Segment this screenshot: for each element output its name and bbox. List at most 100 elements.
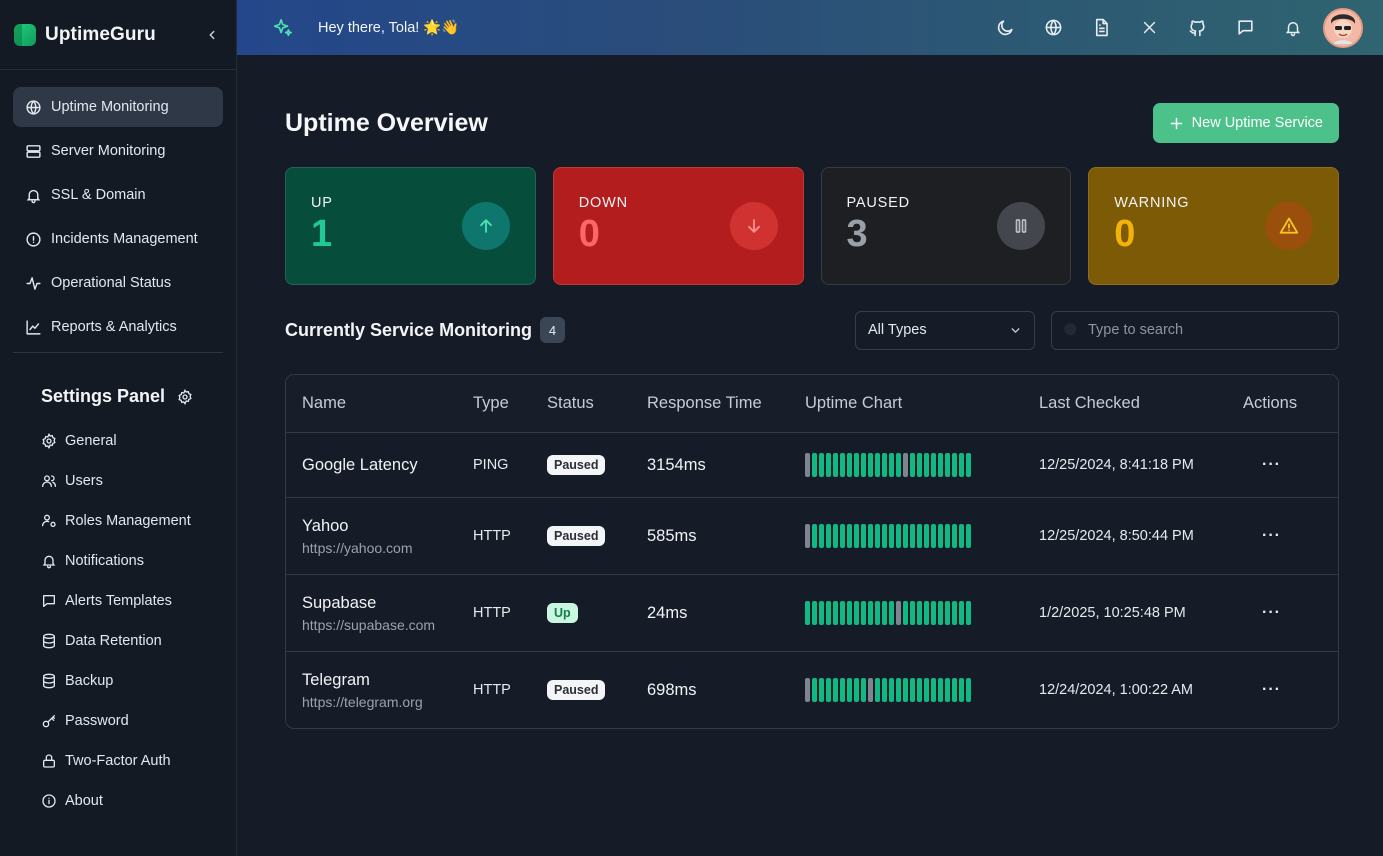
- uptime-bar[interactable]: [903, 524, 908, 548]
- uptime-bar[interactable]: [847, 524, 852, 548]
- uptime-bar[interactable]: [868, 678, 873, 702]
- uptime-bar[interactable]: [966, 678, 971, 702]
- service-name[interactable]: Telegram: [302, 671, 473, 690]
- column-header-name[interactable]: Name: [286, 394, 473, 413]
- uptime-bar[interactable]: [959, 453, 964, 477]
- uptime-bar[interactable]: [903, 678, 908, 702]
- row-actions-button[interactable]: ···: [1243, 681, 1281, 698]
- uptime-bar[interactable]: [945, 453, 950, 477]
- uptime-bar[interactable]: [882, 601, 887, 625]
- uptime-bar[interactable]: [903, 453, 908, 477]
- stat-card-warning[interactable]: WARNING 0: [1088, 167, 1339, 285]
- table-row[interactable]: Supabase https://supabase.com HTTP Up 24…: [286, 574, 1338, 651]
- uptime-bar[interactable]: [805, 453, 810, 477]
- uptime-bar[interactable]: [882, 678, 887, 702]
- service-name[interactable]: Yahoo: [302, 517, 473, 536]
- uptime-bar[interactable]: [952, 453, 957, 477]
- feedback-button[interactable]: [1221, 18, 1269, 37]
- language-button[interactable]: [1029, 18, 1077, 37]
- uptime-bar[interactable]: [826, 678, 831, 702]
- uptime-bar[interactable]: [966, 453, 971, 477]
- uptime-bar[interactable]: [812, 524, 817, 548]
- uptime-bar[interactable]: [924, 601, 929, 625]
- uptime-bar[interactable]: [868, 524, 873, 548]
- uptime-bar[interactable]: [889, 678, 894, 702]
- uptime-bar[interactable]: [847, 601, 852, 625]
- uptime-bar[interactable]: [952, 601, 957, 625]
- uptime-bar[interactable]: [917, 678, 922, 702]
- uptime-bar[interactable]: [959, 601, 964, 625]
- uptime-bar[interactable]: [819, 601, 824, 625]
- uptime-bar[interactable]: [889, 453, 894, 477]
- uptime-bar[interactable]: [805, 524, 810, 548]
- service-url[interactable]: https://telegram.org: [302, 694, 473, 710]
- docs-button[interactable]: [1077, 18, 1125, 37]
- uptime-bar[interactable]: [819, 678, 824, 702]
- column-header-status[interactable]: Status: [547, 394, 647, 413]
- settings-item-about[interactable]: About: [41, 781, 236, 821]
- column-header-response-time[interactable]: Response Time: [647, 394, 805, 413]
- theme-toggle-button[interactable]: [981, 18, 1029, 37]
- avatar[interactable]: [1323, 7, 1363, 48]
- settings-item-data-retention[interactable]: Data Retention: [41, 621, 236, 661]
- service-url[interactable]: https://supabase.com: [302, 617, 473, 633]
- column-header-type[interactable]: Type: [473, 394, 547, 413]
- uptime-bar[interactable]: [931, 524, 936, 548]
- row-actions-button[interactable]: ···: [1243, 527, 1281, 544]
- settings-item-alerts-templates[interactable]: Alerts Templates: [41, 581, 236, 621]
- uptime-bar[interactable]: [861, 601, 866, 625]
- uptime-bar[interactable]: [924, 453, 929, 477]
- service-url[interactable]: https://yahoo.com: [302, 540, 473, 556]
- stat-card-up[interactable]: UP 1: [285, 167, 536, 285]
- settings-item-roles-management[interactable]: Roles Management: [41, 501, 236, 541]
- table-row[interactable]: Telegram https://telegram.org HTTP Pause…: [286, 651, 1338, 728]
- stat-card-paused[interactable]: PAUSED 3: [820, 167, 1072, 285]
- uptime-bar[interactable]: [931, 601, 936, 625]
- x-social-button[interactable]: [1125, 19, 1173, 36]
- uptime-bar[interactable]: [896, 453, 901, 477]
- uptime-bar[interactable]: [910, 601, 915, 625]
- uptime-bar[interactable]: [882, 524, 887, 548]
- sidebar-item-operational-status[interactable]: Operational Status: [13, 263, 223, 303]
- uptime-bar[interactable]: [896, 601, 901, 625]
- uptime-bar[interactable]: [910, 524, 915, 548]
- uptime-bar[interactable]: [840, 678, 845, 702]
- uptime-bar[interactable]: [833, 453, 838, 477]
- uptime-bar[interactable]: [889, 601, 894, 625]
- sidebar-item-uptime-monitoring[interactable]: Uptime Monitoring: [13, 87, 223, 127]
- uptime-bar[interactable]: [861, 678, 866, 702]
- uptime-bar[interactable]: [938, 601, 943, 625]
- settings-item-password[interactable]: Password: [41, 701, 236, 741]
- sidebar-item-reports-analytics[interactable]: Reports & Analytics: [13, 307, 223, 347]
- settings-item-two-factor-auth[interactable]: Two-Factor Auth: [41, 741, 236, 781]
- uptime-bar[interactable]: [833, 524, 838, 548]
- collapse-sidebar-button[interactable]: [202, 25, 222, 45]
- uptime-bar[interactable]: [833, 601, 838, 625]
- service-name[interactable]: Google Latency: [302, 456, 473, 475]
- uptime-bar[interactable]: [847, 453, 852, 477]
- settings-item-notifications[interactable]: Notifications: [41, 541, 236, 581]
- github-button[interactable]: [1173, 18, 1221, 37]
- uptime-bar[interactable]: [875, 453, 880, 477]
- uptime-bar[interactable]: [924, 524, 929, 548]
- uptime-bar[interactable]: [931, 678, 936, 702]
- uptime-bar[interactable]: [889, 524, 894, 548]
- uptime-bar[interactable]: [819, 453, 824, 477]
- uptime-bar[interactable]: [861, 453, 866, 477]
- uptime-bar[interactable]: [924, 678, 929, 702]
- uptime-bar[interactable]: [840, 601, 845, 625]
- uptime-bar[interactable]: [847, 678, 852, 702]
- uptime-bar[interactable]: [840, 524, 845, 548]
- uptime-bar[interactable]: [910, 453, 915, 477]
- settings-item-general[interactable]: General: [41, 421, 236, 461]
- sidebar-item-ssl-domain[interactable]: SSL & Domain: [13, 175, 223, 215]
- uptime-bar[interactable]: [868, 601, 873, 625]
- uptime-bar[interactable]: [826, 524, 831, 548]
- uptime-bar[interactable]: [875, 678, 880, 702]
- uptime-bar[interactable]: [868, 453, 873, 477]
- uptime-bar[interactable]: [966, 601, 971, 625]
- uptime-bar[interactable]: [952, 524, 957, 548]
- notifications-button[interactable]: [1269, 19, 1317, 37]
- stat-card-down[interactable]: DOWN 0: [552, 167, 804, 285]
- uptime-bar[interactable]: [812, 453, 817, 477]
